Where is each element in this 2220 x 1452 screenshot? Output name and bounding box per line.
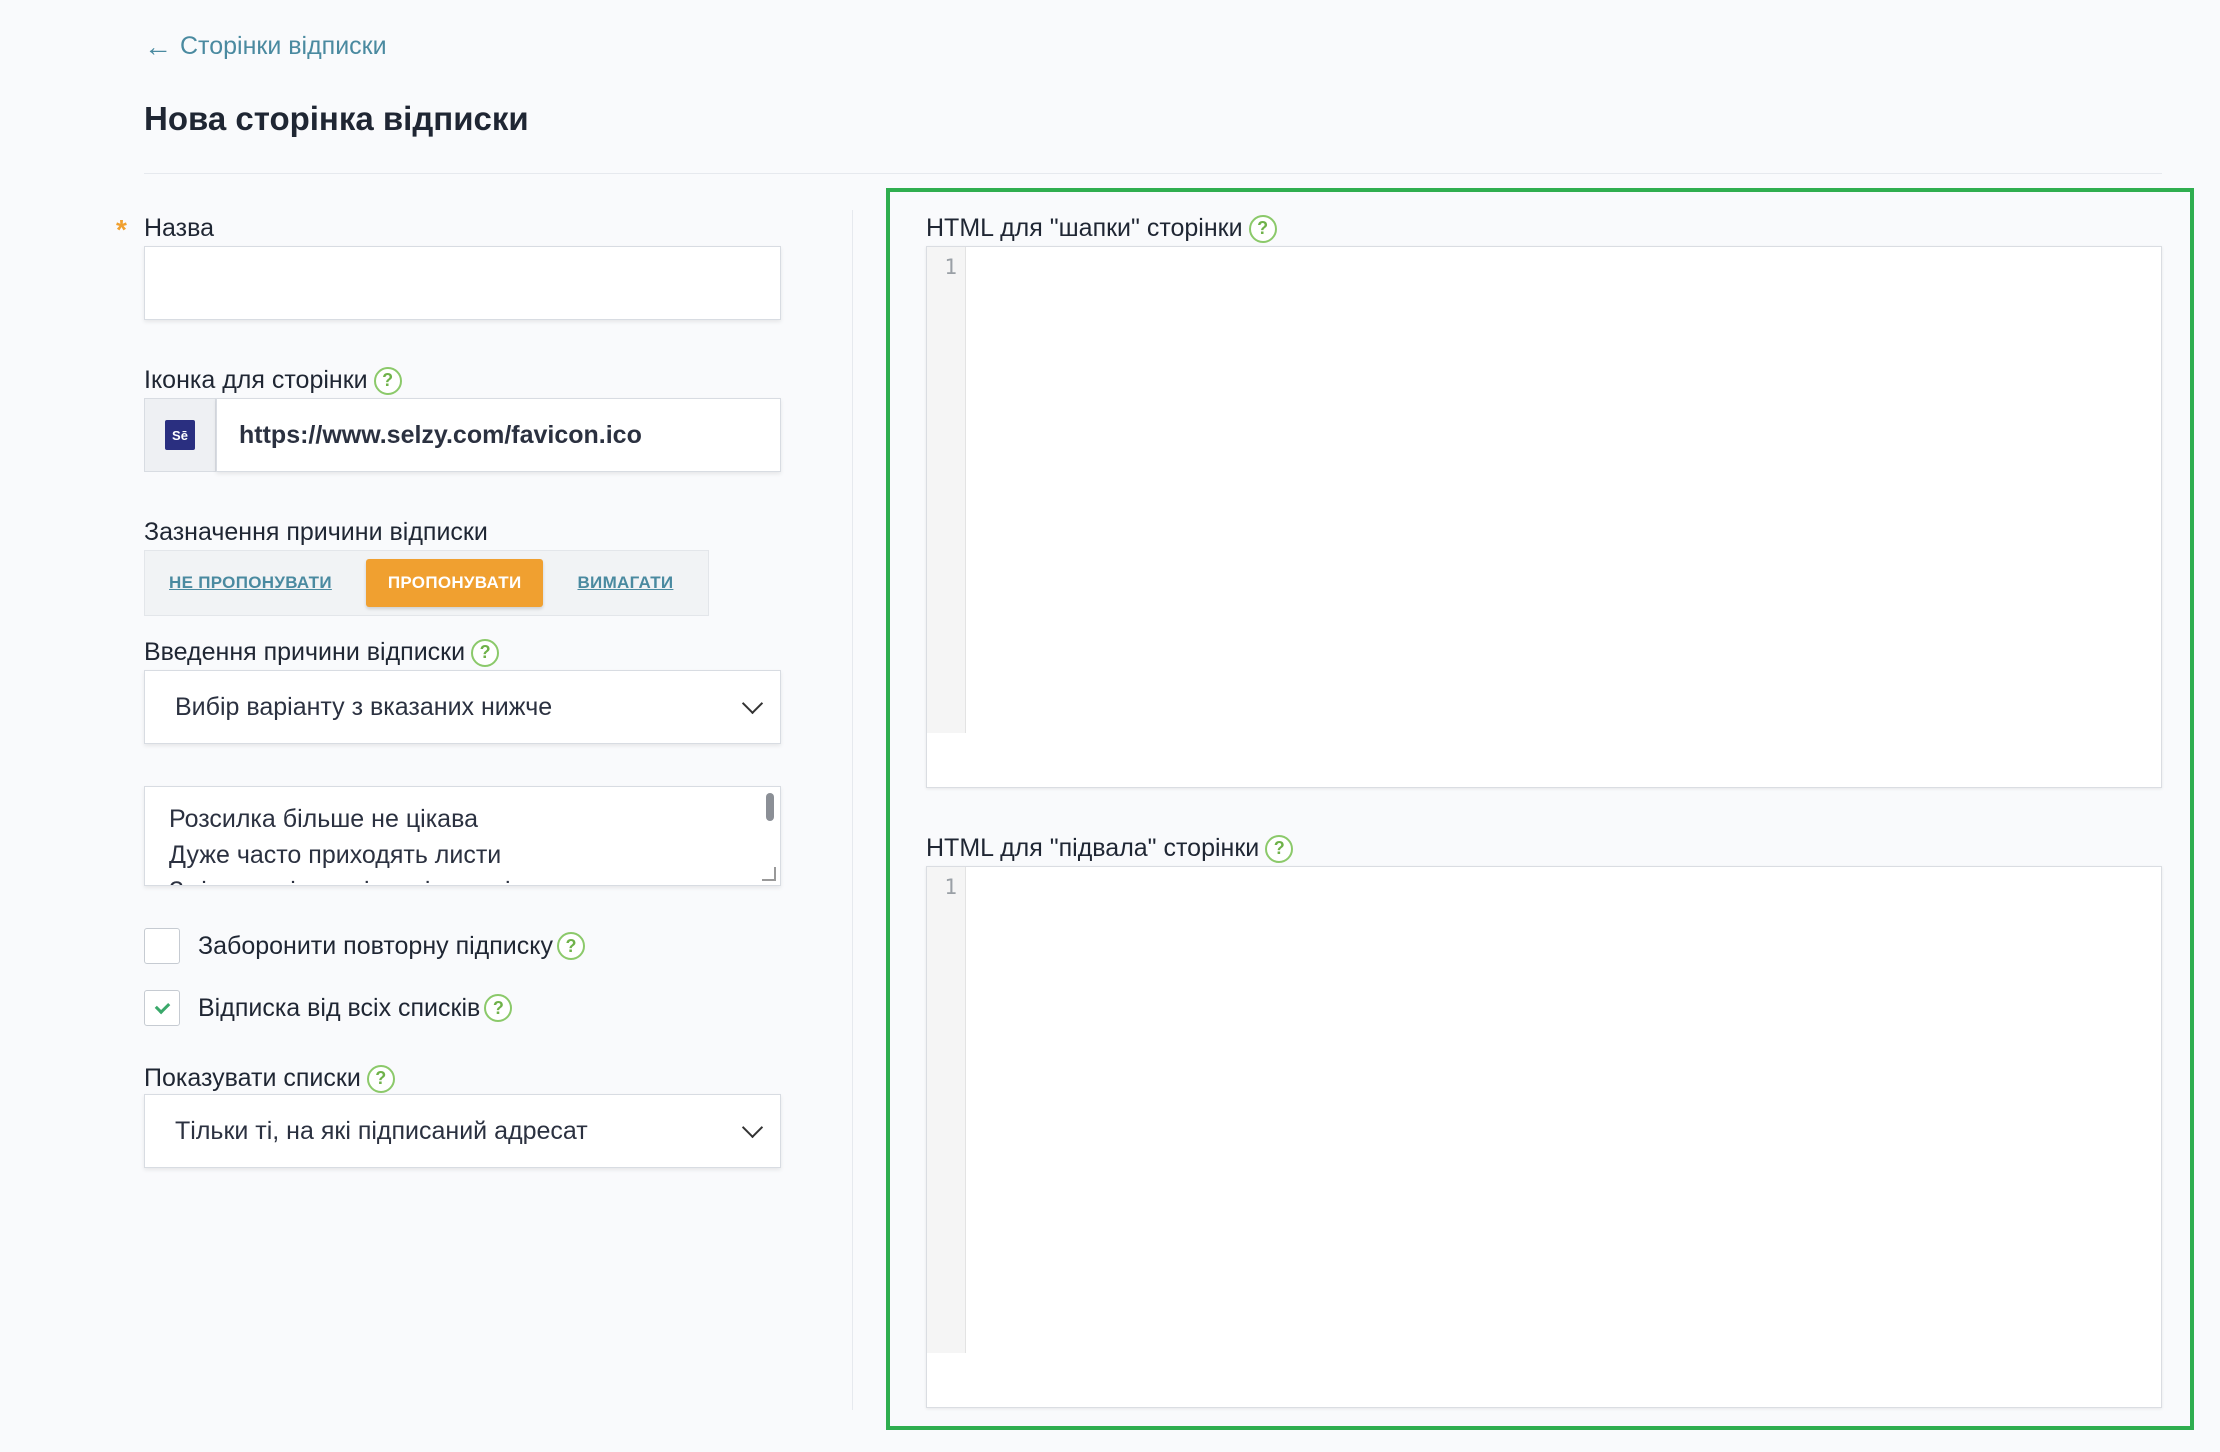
show-lists-value: Тільки ті, на які підписаний адресат xyxy=(175,1116,588,1145)
footer-html-label: HTML для "підвала" сторінки ? xyxy=(926,834,1294,863)
unsub-all-row: Відписка від всіх списків ? xyxy=(144,990,513,1026)
unsub-all-label: Відписка від всіх списків xyxy=(198,993,481,1022)
reason-option-require[interactable]: ВИМАГАТИ xyxy=(565,573,685,593)
forbid-resubscribe-row: Заборонити повторну підписку ? xyxy=(144,928,585,964)
forbid-resubscribe-checkbox[interactable] xyxy=(144,928,180,964)
header-html-editor[interactable]: 1 xyxy=(926,246,2162,788)
unsub-all-checkbox[interactable] xyxy=(144,990,180,1026)
icon-label: Іконка для сторінки ? xyxy=(144,366,402,395)
name-label: Назва xyxy=(144,214,215,242)
column-divider xyxy=(852,210,853,1410)
show-lists-select[interactable]: Тільки ті, на які підписаний адресат xyxy=(144,1094,781,1168)
chevron-down-icon xyxy=(741,692,764,714)
back-link-label: Сторінки відписки xyxy=(180,32,387,60)
header-divider xyxy=(144,173,2162,174)
line-number: 1 xyxy=(944,255,957,279)
arrow-left-icon: ← xyxy=(144,30,172,62)
reason-mode-label: Зазначення причини відписки xyxy=(144,518,488,546)
reason-input-value: Вибір варіанту з вказаних нижче xyxy=(175,692,553,721)
reason-mode-toggle: НЕ ПРОПОНУВАТИ ПРОПОНУВАТИ ВИМАГАТИ xyxy=(144,550,709,616)
selzy-logo-icon: Sē xyxy=(165,420,195,450)
footer-html-editor[interactable]: 1 xyxy=(926,866,2162,1408)
help-icon[interactable]: ? xyxy=(471,638,500,667)
resize-handle-icon[interactable] xyxy=(762,867,776,881)
back-link[interactable]: ← Сторінки відписки xyxy=(144,32,387,61)
header-html-label: HTML для "шапки" сторінки ? xyxy=(926,214,1277,243)
reason-option-none[interactable]: НЕ ПРОПОНУВАТИ xyxy=(157,573,344,593)
reason-item: Розсилка більше не цікава xyxy=(169,805,478,833)
help-icon[interactable]: ? xyxy=(1248,214,1277,243)
help-icon[interactable]: ? xyxy=(373,366,402,395)
reason-option-offer[interactable]: ПРОПОНУВАТИ xyxy=(365,559,544,607)
reason-item: Дуже часто приходять листи xyxy=(169,841,502,869)
reasons-textarea[interactable]: Розсилка більше не цікава Дуже часто при… xyxy=(144,786,781,886)
line-number: 1 xyxy=(944,875,957,899)
icon-url-input[interactable]: https://www.selzy.com/favicon.ico xyxy=(216,398,781,472)
favicon-preview: Sē xyxy=(144,398,216,472)
scrollbar[interactable] xyxy=(766,793,774,821)
checkmark-icon xyxy=(154,998,170,1014)
help-icon[interactable]: ? xyxy=(366,1064,395,1093)
help-icon[interactable]: ? xyxy=(556,932,585,960)
line-gutter: 1 xyxy=(927,867,966,1353)
help-icon[interactable]: ? xyxy=(1265,834,1294,863)
reason-item: Зміст листів не відповідає очікуванням xyxy=(169,873,756,885)
page-title: Нова сторінка відписки xyxy=(144,100,529,137)
chevron-down-icon xyxy=(741,1116,764,1138)
line-gutter: 1 xyxy=(927,247,966,733)
forbid-resubscribe-label: Заборонити повторну підписку xyxy=(198,931,553,960)
reason-input-label: Введення причини відписки ? xyxy=(144,638,500,667)
show-lists-label: Показувати списки ? xyxy=(144,1064,395,1093)
reason-input-select[interactable]: Вибір варіанту з вказаних нижче xyxy=(144,670,781,744)
help-icon[interactable]: ? xyxy=(484,994,513,1022)
name-input[interactable] xyxy=(144,246,781,320)
required-asterisk: * xyxy=(116,214,127,245)
